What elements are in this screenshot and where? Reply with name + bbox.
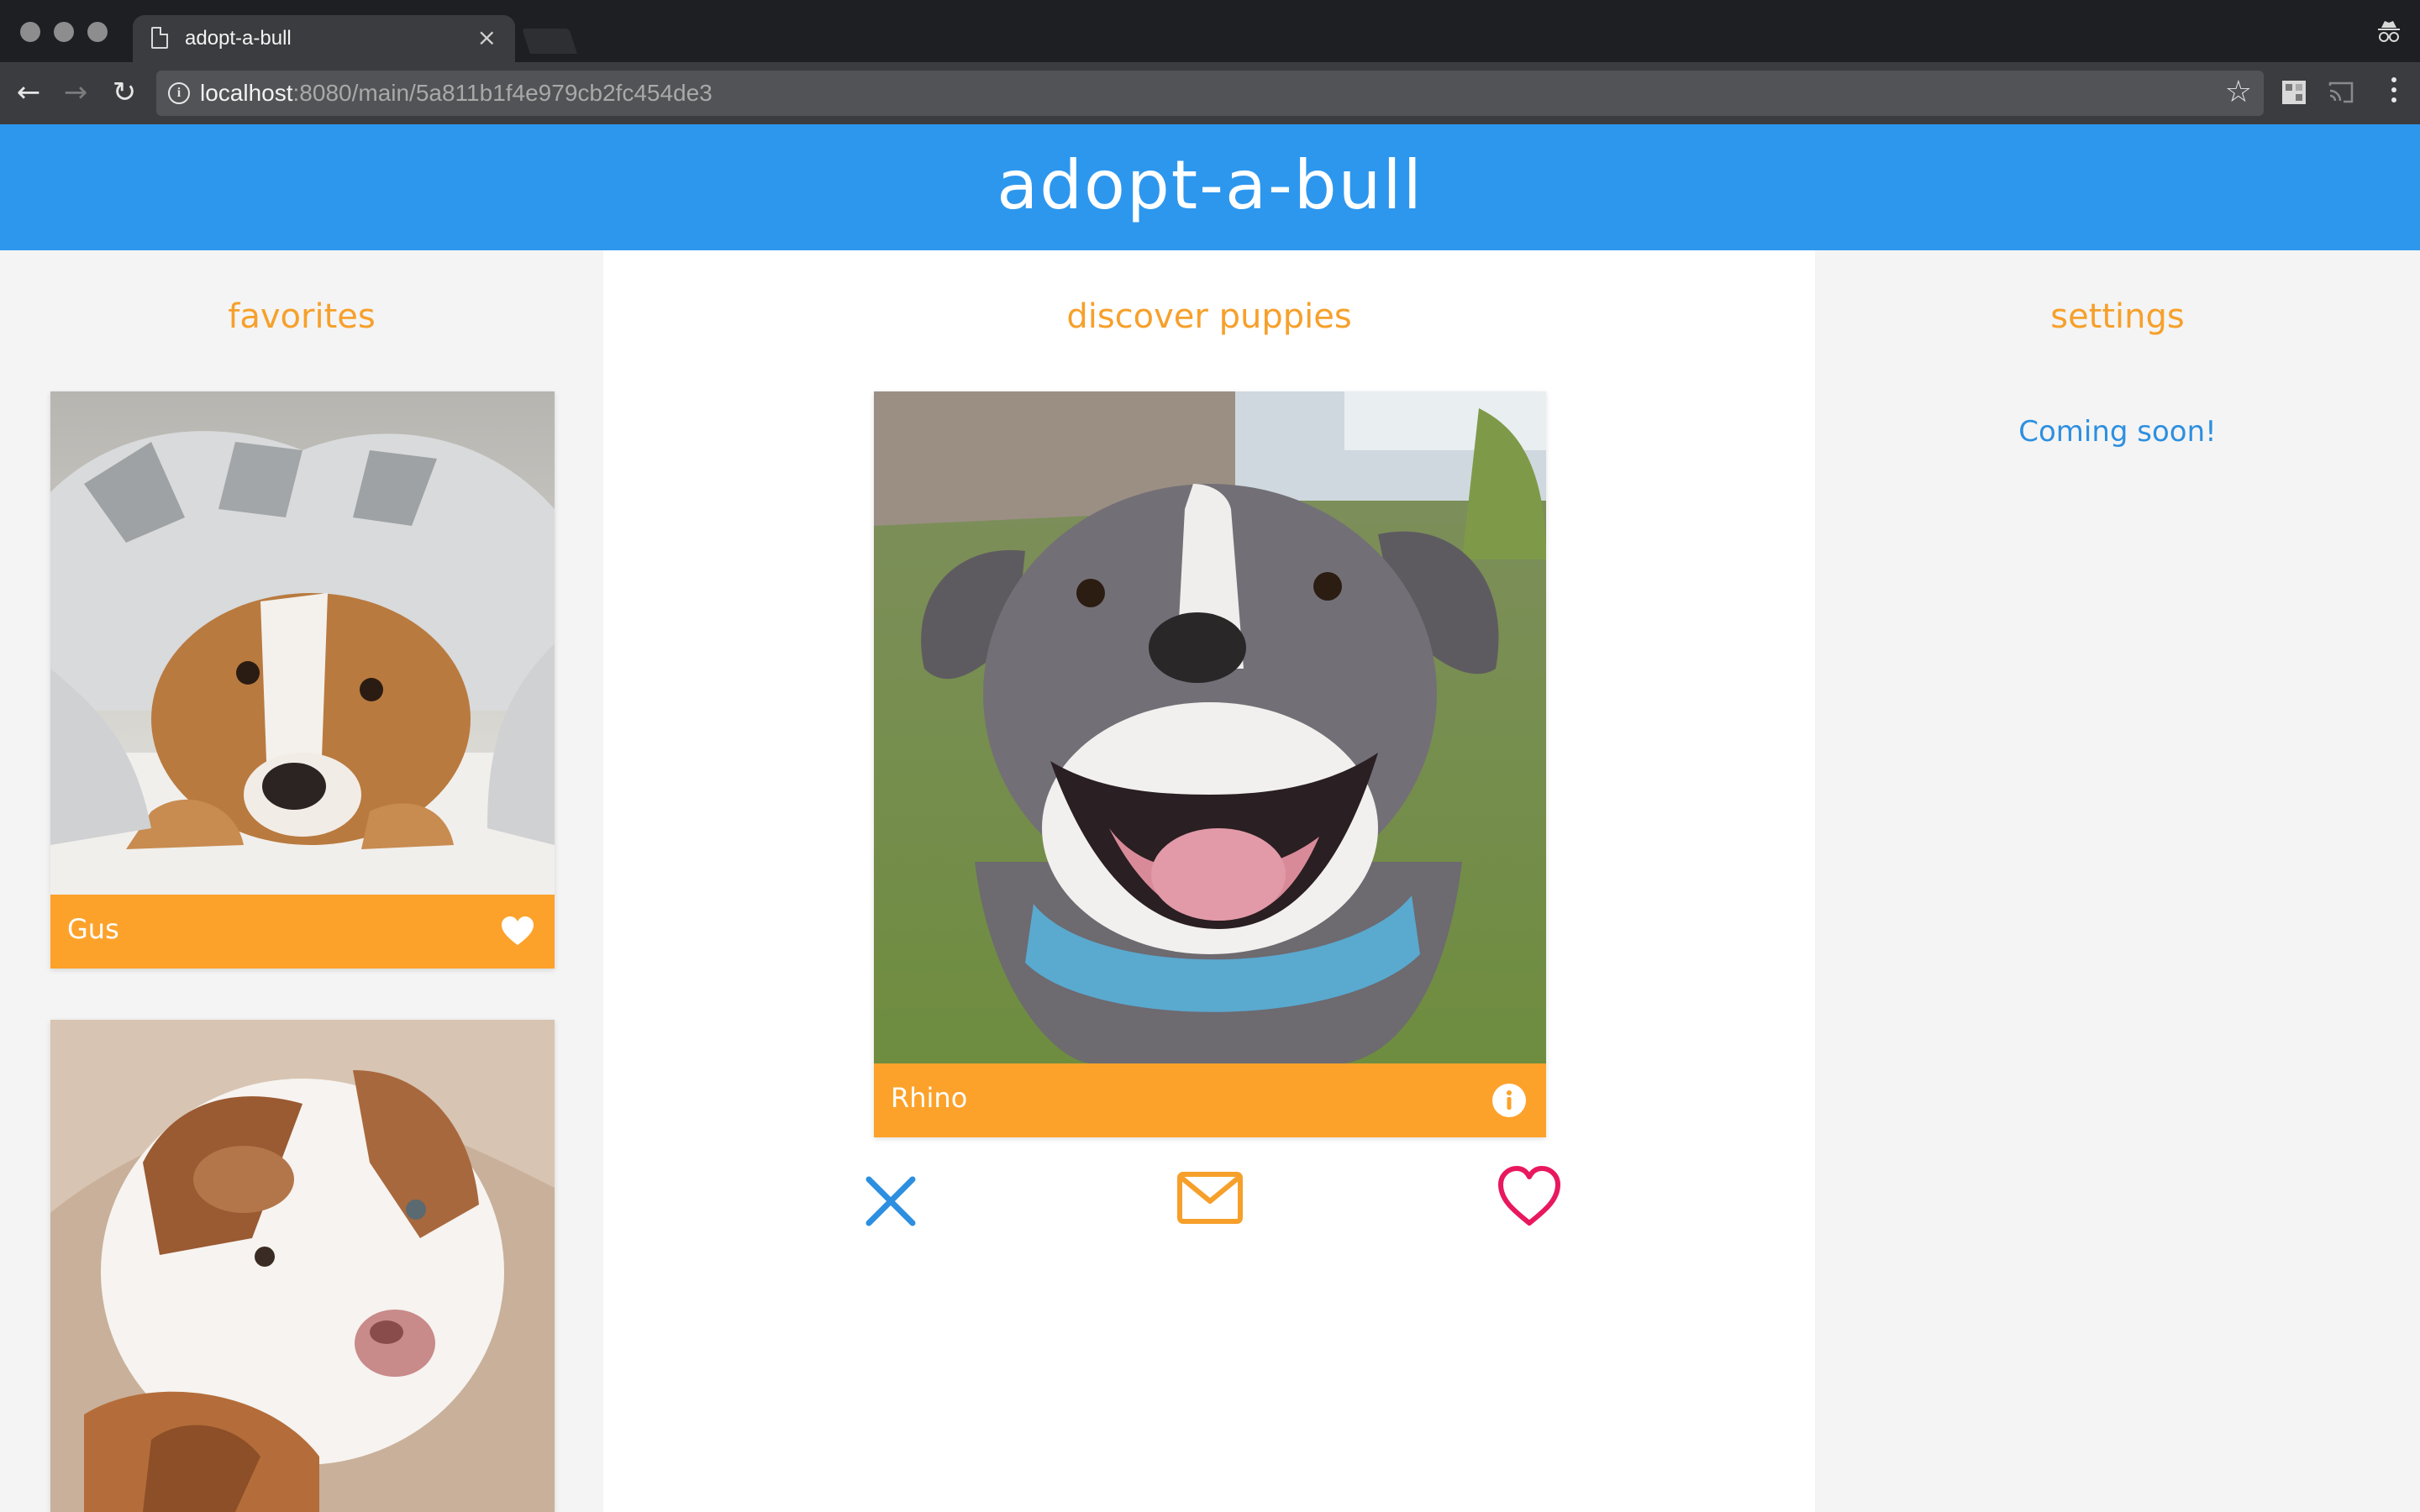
- settings-panel: settings Coming soon!: [1815, 250, 2420, 1512]
- dog-photo: [50, 1020, 555, 1512]
- app-title: adopt-a-bull: [997, 146, 1423, 224]
- info-icon[interactable]: [1491, 1082, 1528, 1119]
- new-tab-button[interactable]: [522, 29, 577, 54]
- window-zoom-button[interactable]: [87, 22, 108, 42]
- discover-card[interactable]: Rhino: [874, 391, 1546, 1137]
- incognito-icon[interactable]: [2376, 18, 2402, 44]
- address-bar[interactable]: i localhost:8080/main/5a811b1f4e979cb2fc…: [156, 71, 2264, 116]
- site-info-icon[interactable]: i: [168, 82, 190, 104]
- dog-photo: [874, 391, 1546, 1063]
- coming-soon-text: Coming soon!: [2018, 415, 2217, 449]
- cast-icon[interactable]: [2328, 79, 2354, 106]
- extension-icon[interactable]: [2281, 79, 2307, 106]
- tab-close-button[interactable]: ×: [477, 24, 497, 51]
- reject-button[interactable]: [857, 1168, 924, 1235]
- discover-panel: discover puppies Rhino: [603, 250, 1815, 1512]
- tab-title: adopt-a-bull: [185, 27, 292, 50]
- browser-menu-icon[interactable]: [2391, 77, 2398, 108]
- reload-button[interactable]: ↻: [108, 76, 141, 109]
- document-icon: [151, 27, 168, 49]
- discover-heading: discover puppies: [1066, 297, 1352, 336]
- browser-toolbar: ← → ↻ i localhost:8080/main/5a811b1f4e97…: [0, 62, 2420, 124]
- settings-heading: settings: [2050, 297, 2185, 336]
- window-close-button[interactable]: [20, 22, 40, 42]
- bookmark-star-icon[interactable]: ☆: [2225, 76, 2252, 109]
- mail-button[interactable]: [1176, 1164, 1244, 1231]
- window-minimize-button[interactable]: [54, 22, 74, 42]
- favorite-card-bar: Gus: [50, 895, 555, 969]
- favorite-card[interactable]: Gus: [50, 391, 555, 969]
- back-button[interactable]: ←: [12, 76, 45, 109]
- dog-photo: [50, 391, 555, 895]
- dog-name: Gus: [67, 913, 119, 945]
- dog-name: Rhino: [891, 1082, 968, 1114]
- favorite-button[interactable]: [1496, 1163, 1563, 1230]
- favorites-panel: favorites Gus: [0, 250, 603, 1512]
- url-text: localhost:8080/main/5a811b1f4e979cb2fc45…: [200, 80, 713, 107]
- url-host: localhost: [200, 80, 293, 106]
- browser-tab[interactable]: adopt-a-bull ×: [133, 15, 515, 62]
- url-path: :8080/main/5a811b1f4e979cb2fc454de3: [292, 80, 713, 106]
- favorite-card[interactable]: [50, 1020, 555, 1512]
- favorites-heading: favorites: [228, 297, 376, 336]
- heart-filled-icon[interactable]: [499, 913, 536, 950]
- app-header: adopt-a-bull: [0, 124, 2420, 250]
- discover-card-bar: Rhino: [874, 1063, 1546, 1137]
- forward-button[interactable]: →: [59, 76, 92, 109]
- browser-tabstrip: adopt-a-bull ×: [0, 0, 2420, 62]
